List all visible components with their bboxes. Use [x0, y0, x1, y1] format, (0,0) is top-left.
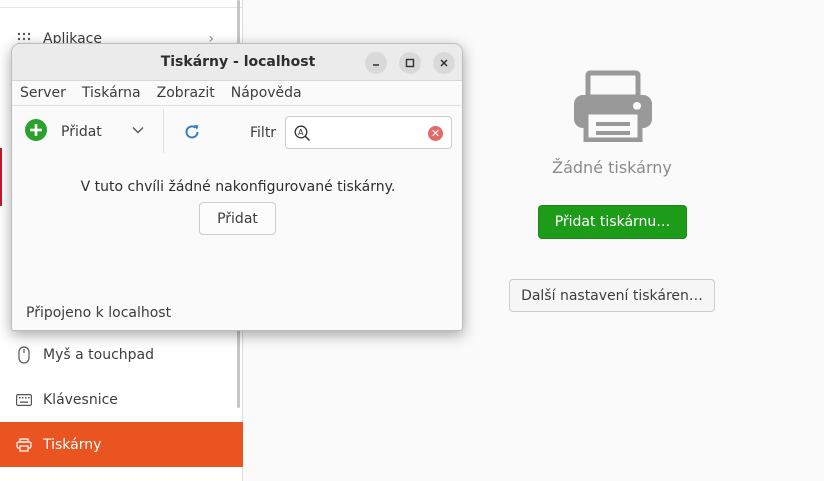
sidebar-item-label: Tiskárny [43, 436, 102, 453]
mouse-icon [14, 345, 34, 364]
status-text: Připojeno k localhost [26, 305, 172, 321]
refresh-icon[interactable] [183, 123, 201, 145]
add-printer-button[interactable]: Přidat tiskárnu… [538, 205, 687, 239]
menu-server[interactable]: Server [20, 85, 66, 101]
keyboard-icon [14, 393, 34, 406]
clear-icon[interactable]: ✕ [428, 126, 443, 141]
sidebar-item-label: Klávesnice [43, 391, 118, 408]
add-tool-label: Přidat [61, 124, 102, 140]
dialog-title: Tiskárny - localhost [160, 54, 316, 70]
dialog-titlebar[interactable]: Tiskárny - localhost [12, 44, 462, 81]
menubar: Server Tiskárna Zobrazit Nápověda [12, 81, 462, 106]
sidebar-item-cut[interactable] [0, 0, 243, 8]
printer-icon [14, 437, 34, 452]
minimize-button[interactable] [365, 52, 387, 74]
sidebar-item-mouse[interactable]: Myš a touchpad [0, 332, 243, 377]
empty-state-title: Žádné tiskárny [552, 158, 672, 177]
more-printer-settings-button[interactable]: Další nastavení tiskáren… [509, 279, 715, 312]
empty-message: V tuto chvíli žádné nakonfigurované tisk… [80, 179, 396, 195]
svg-text:A: A [298, 128, 304, 137]
filter-input[interactable]: A ✕ [285, 116, 452, 149]
sidebar-item-label: Myš a touchpad [43, 346, 154, 363]
menu-printer[interactable]: Tiskárna [82, 85, 141, 101]
add-icon [24, 118, 48, 146]
maximize-button[interactable] [399, 52, 421, 74]
chevron-down-icon[interactable] [132, 122, 144, 138]
sidebar-item-printers[interactable]: Tiskárny [0, 422, 243, 467]
add-tool-button[interactable]: Přidat [24, 119, 102, 145]
printer-icon [571, 70, 655, 146]
close-button[interactable] [433, 52, 455, 74]
search-icon: A [294, 125, 311, 146]
sidebar-marker [0, 148, 2, 206]
add-printer-dialog-button[interactable]: Přidat [199, 202, 276, 235]
filter-label: Filtr [250, 125, 277, 141]
menu-view[interactable]: Zobrazit [157, 85, 215, 101]
toolbar-separator [163, 109, 164, 153]
menu-help[interactable]: Nápověda [231, 85, 302, 101]
toolbar: Přidat Filtr A ✕ [12, 107, 462, 155]
sidebar-item-keyboard[interactable]: Klávesnice [0, 377, 243, 422]
printers-dialog: Tiskárny - localhost Server Tiskárna Zob… [11, 43, 463, 331]
